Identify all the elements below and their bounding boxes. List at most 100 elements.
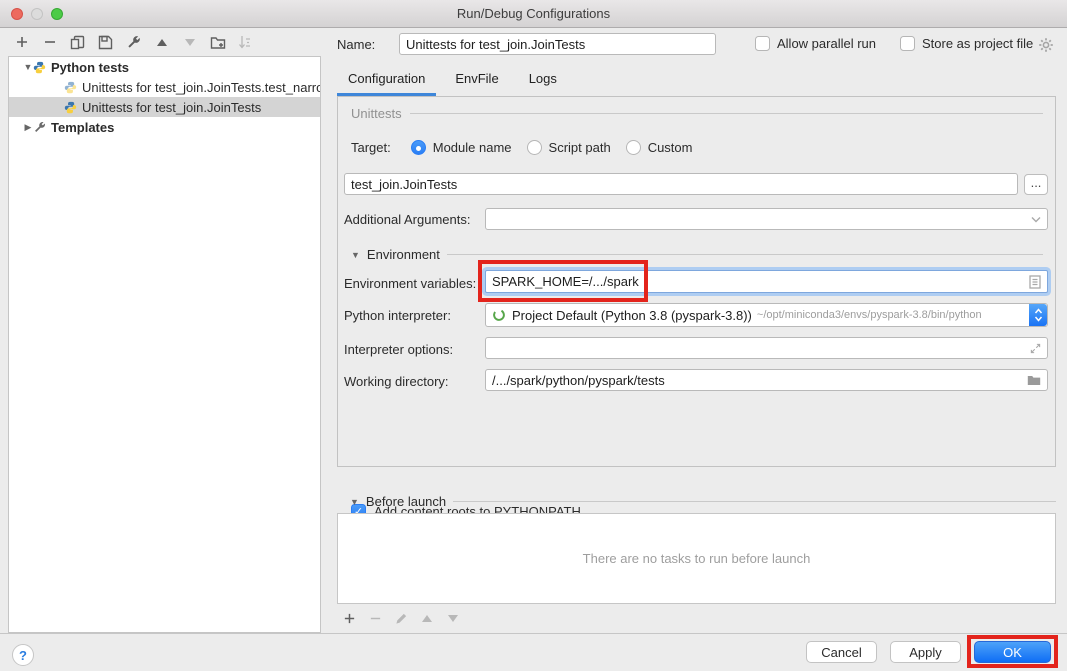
chevron-down-icon: ▼: [351, 250, 360, 260]
environment-section-header[interactable]: ▼ Environment: [351, 247, 1043, 262]
remove-task-icon[interactable]: [367, 610, 383, 626]
move-task-up-icon[interactable]: [419, 610, 435, 626]
tab-label: Logs: [529, 71, 557, 86]
tree-item-unittests-test-narrow[interactable]: Unittests for test_join.JoinTests.test_n…: [9, 77, 320, 97]
python-interpreter-value: Project Default (Python 3.8 (pyspark-3.8…: [512, 308, 752, 323]
allow-parallel-run-checkbox[interactable]: Allow parallel run: [755, 36, 876, 51]
ellipsis-icon: ...: [1031, 175, 1042, 190]
environment-variables-input[interactable]: [492, 274, 1029, 289]
python-interpreter-label: Python interpreter:: [344, 308, 451, 323]
before-launch-title: Before launch: [366, 494, 446, 509]
tab-label: EnvFile: [455, 71, 498, 86]
remove-configuration-icon[interactable]: [41, 34, 58, 51]
checkbox-unchecked-icon: [755, 36, 770, 51]
help-button[interactable]: ?: [12, 644, 34, 666]
apply-label: Apply: [909, 645, 942, 660]
move-up-icon[interactable]: [153, 34, 170, 51]
configuration-panel: Unittests Target: Module name Script pat…: [337, 96, 1056, 467]
gear-icon[interactable]: [1038, 37, 1054, 53]
working-directory-input[interactable]: [492, 373, 1027, 388]
before-launch-header[interactable]: ▼ Before launch: [350, 494, 1056, 509]
name-input[interactable]: [399, 33, 716, 55]
tree-item-label: Python tests: [51, 60, 129, 75]
environment-variables-label: Environment variables:: [344, 276, 476, 291]
edit-task-icon[interactable]: [393, 610, 409, 626]
add-configuration-icon[interactable]: [13, 34, 30, 51]
store-as-project-file-checkbox[interactable]: Store as project file: [900, 36, 1033, 51]
edit-templates-icon[interactable]: [125, 34, 142, 51]
tab-envfile[interactable]: EnvFile: [444, 66, 509, 93]
sort-alphabetically-icon[interactable]: [237, 34, 254, 51]
working-directory-label: Working directory:: [344, 374, 449, 389]
run-debug-configurations-dialog: Run/Debug Configurations ▼: [0, 0, 1067, 671]
title-bar: Run/Debug Configurations: [0, 0, 1067, 28]
new-folder-icon[interactable]: [209, 34, 226, 51]
conda-env-icon: [492, 308, 506, 322]
divider: [410, 113, 1043, 114]
wrench-icon: [33, 121, 46, 134]
tree-item-label: Templates: [51, 120, 114, 135]
browse-env-vars-icon[interactable]: [1029, 275, 1041, 289]
checkbox-unchecked-icon: [900, 36, 915, 51]
target-module-field[interactable]: [344, 173, 1018, 195]
tab-label: Configuration: [348, 71, 425, 86]
move-task-down-icon[interactable]: [445, 610, 461, 626]
working-directory-field[interactable]: [485, 369, 1048, 391]
radio-label: Custom: [648, 140, 693, 155]
python-icon: [33, 61, 46, 74]
radio-selected-icon: [411, 140, 426, 155]
before-launch-toolbar: [341, 610, 461, 626]
copy-configuration-icon[interactable]: [69, 34, 86, 51]
allow-parallel-run-label: Allow parallel run: [777, 36, 876, 51]
group-title: Unittests: [351, 106, 402, 121]
radio-unselected-icon: [527, 140, 542, 155]
help-label: ?: [19, 648, 27, 663]
tree-item-python-tests[interactable]: ▼ Python tests: [9, 57, 320, 77]
tab-logs[interactable]: Logs: [518, 66, 568, 93]
target-label: Target:: [351, 140, 391, 155]
apply-button[interactable]: Apply: [890, 641, 961, 663]
tree-item-label: Unittests for test_join.JoinTests.test_n…: [82, 80, 320, 95]
target-module-input[interactable]: [351, 177, 1011, 192]
save-configuration-icon[interactable]: [97, 34, 114, 51]
python-interpreter-select[interactable]: Project Default (Python 3.8 (pyspark-3.8…: [485, 303, 1048, 327]
expand-field-icon[interactable]: [1030, 343, 1041, 354]
additional-arguments-input[interactable]: [492, 212, 1031, 227]
tree-item-label: Unittests for test_join.JoinTests: [82, 100, 261, 115]
empty-tasks-message: There are no tasks to run before launch: [583, 551, 811, 566]
select-stepper-icon[interactable]: [1029, 304, 1047, 326]
browse-module-button[interactable]: ...: [1024, 174, 1048, 195]
window-title: Run/Debug Configurations: [0, 6, 1067, 21]
ok-label: OK: [1003, 645, 1022, 660]
divider: [453, 501, 1056, 502]
move-down-icon[interactable]: [181, 34, 198, 51]
radio-label: Script path: [549, 140, 611, 155]
footer-divider: [0, 633, 1067, 634]
tree-item-templates[interactable]: ▶ Templates: [9, 117, 320, 137]
additional-arguments-field[interactable]: [485, 208, 1048, 230]
interpreter-options-input[interactable]: [492, 341, 1030, 356]
python-test-icon: [64, 101, 77, 114]
interpreter-options-label: Interpreter options:: [344, 342, 453, 357]
before-launch-task-list: There are no tasks to run before launch: [337, 513, 1056, 604]
interpreter-options-field[interactable]: [485, 337, 1048, 359]
python-interpreter-path: ~/opt/miniconda3/envs/pyspark-3.8/bin/py…: [757, 309, 1029, 321]
cancel-button[interactable]: Cancel: [806, 641, 877, 663]
cancel-label: Cancel: [821, 645, 861, 660]
radio-module-name[interactable]: Module name: [411, 140, 512, 155]
additional-arguments-label: Additional Arguments:: [344, 212, 470, 227]
environment-variables-field[interactable]: [485, 270, 1048, 293]
radio-script-path[interactable]: Script path: [527, 140, 611, 155]
chevron-down-icon[interactable]: ▼: [23, 62, 33, 72]
radio-custom[interactable]: Custom: [626, 140, 693, 155]
chevron-right-icon[interactable]: ▶: [23, 122, 33, 133]
add-task-icon[interactable]: [341, 610, 357, 626]
folder-icon[interactable]: [1027, 375, 1041, 386]
chevron-down-icon[interactable]: [1031, 216, 1041, 223]
tree-item-unittests-jointests-selected[interactable]: Unittests for test_join.JoinTests: [9, 97, 320, 117]
python-test-icon: [64, 81, 77, 94]
unittests-group-header: Unittests: [351, 106, 1043, 121]
target-row: Target: Module name Script path Custom: [351, 140, 707, 155]
tab-configuration[interactable]: Configuration: [337, 66, 436, 93]
ok-button[interactable]: OK: [974, 641, 1051, 663]
